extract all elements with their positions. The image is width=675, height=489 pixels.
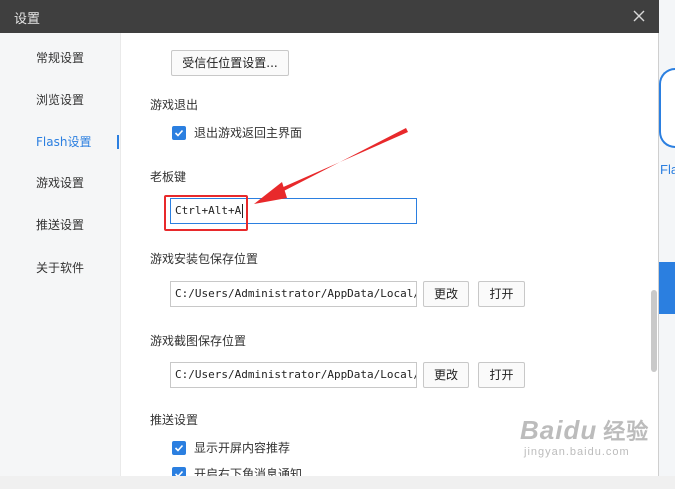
install-path-input[interactable]: C:/Users/Administrator/AppData/Local/Fla… (170, 281, 417, 307)
title-bar: 设置 (0, 0, 659, 33)
sidebar-item-game[interactable]: 游戏设置 (0, 169, 121, 197)
annotation-highlight-box (164, 195, 248, 231)
settings-content: 受信任位置设置... 游戏退出 退出游戏返回主界面 老板键 Ctrl+Alt+A… (121, 33, 659, 476)
watermark-logo: Baidu (520, 415, 598, 445)
push-settings-title: 推送设置 (150, 413, 199, 427)
sidebar-item-flash[interactable]: Flash设置 (0, 128, 121, 156)
checkbox-checked-icon[interactable] (172, 441, 186, 455)
background-app-label: Fla (660, 162, 675, 177)
install-path-title: 游戏安装包保存位置 (150, 252, 259, 266)
sidebar-item-push[interactable]: 推送设置 (0, 211, 121, 239)
push-option-notification-label: 开启右下角消息通知 (194, 467, 303, 476)
background-app: Fla (659, 0, 675, 489)
close-icon[interactable] (629, 6, 649, 26)
sidebar-item-browse[interactable]: 浏览设置 (0, 86, 121, 114)
screenshot-path-open-button[interactable]: 打开 (478, 362, 525, 388)
background-app-icon (659, 68, 675, 148)
window-title: 设置 (14, 12, 41, 27)
screenshot-path-input[interactable]: C:/Users/Administrator/AppData/Local/Fla… (170, 362, 417, 388)
boss-key-title: 老板键 (150, 170, 187, 184)
checkbox-checked-icon[interactable] (172, 467, 186, 476)
game-exit-option-label: 退出游戏返回主界面 (194, 126, 303, 140)
sidebar-item-about[interactable]: 关于软件 (0, 254, 121, 282)
checkbox-checked-icon[interactable] (172, 126, 186, 140)
install-path-change-button[interactable]: 更改 (423, 281, 469, 307)
background-app-button (659, 262, 675, 314)
content-scrollbar[interactable] (651, 290, 657, 372)
screenshot-path-title: 游戏截图保存位置 (150, 334, 247, 348)
sidebar-item-general[interactable]: 常规设置 (0, 44, 121, 72)
baidu-jingyan-watermark: Baidu 经验 jingyan.baidu.com (520, 414, 649, 458)
background-strip (0, 476, 675, 489)
push-option-splash-label: 显示开屏内容推荐 (194, 441, 291, 455)
watermark-url: jingyan.baidu.com (524, 446, 630, 458)
trusted-location-button[interactable]: 受信任位置设置... (171, 50, 289, 76)
screenshot-path-change-button[interactable]: 更改 (423, 362, 469, 388)
install-path-open-button[interactable]: 打开 (478, 281, 525, 307)
settings-window: 设置 常规设置 浏览设置 Flash设置 游戏设置 推送设置 关于软件 受信任位… (0, 0, 659, 476)
game-exit-title: 游戏退出 (150, 98, 199, 112)
settings-sidebar: 常规设置 浏览设置 Flash设置 游戏设置 推送设置 关于软件 (0, 33, 121, 476)
watermark-logo-cn: 经验 (603, 419, 650, 444)
